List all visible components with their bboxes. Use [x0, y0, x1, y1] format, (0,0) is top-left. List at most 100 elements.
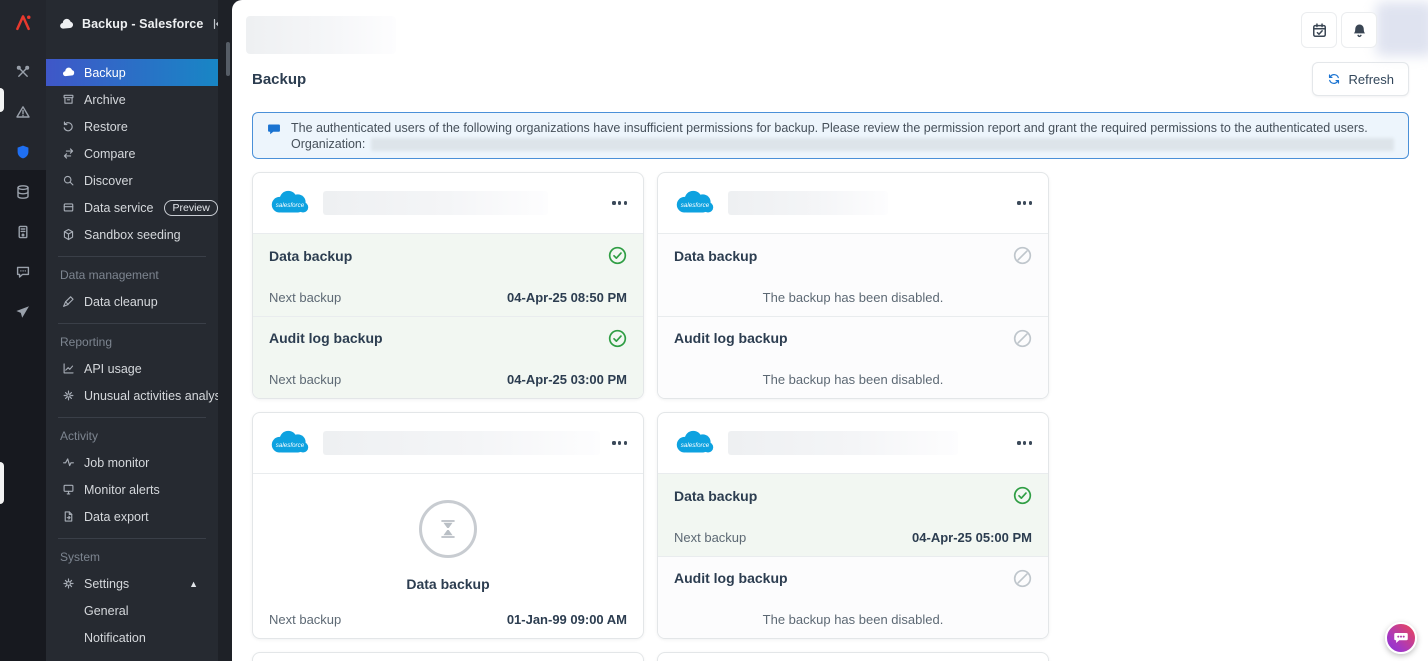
- permission-warning-banner: The authenticated users of the following…: [252, 112, 1409, 159]
- section-title: Data backup: [674, 248, 757, 264]
- sidebar-item-unusual-activities-analysis[interactable]: Unusual activities analysis: [58, 382, 206, 409]
- rail-item-tools[interactable]: [0, 52, 46, 92]
- alert-triangle-icon: [15, 104, 31, 120]
- chat-widget-button[interactable]: [1385, 622, 1417, 654]
- notifications-bell-button[interactable]: [1341, 12, 1377, 48]
- edge-handle-bottom[interactable]: [0, 462, 4, 504]
- backup-section: Data backup Next backup04-Apr-25 05:00 PM: [658, 473, 1048, 556]
- edge-handle-top[interactable]: [0, 88, 4, 112]
- sidebar-subitem-notification[interactable]: Notification: [58, 624, 206, 651]
- next-backup-row: Next backup04-Apr-25 08:50 PM: [269, 290, 627, 305]
- section-title: Audit log backup: [269, 330, 383, 346]
- menu-section-label: Reporting: [58, 329, 206, 355]
- redacted-org-name: [323, 191, 548, 215]
- sidebar-item-sandbox-seeding[interactable]: Sandbox seeding: [46, 221, 218, 248]
- preview-badge: Preview: [164, 200, 217, 216]
- enabled-check-icon: [608, 246, 627, 265]
- svg-text:salesforce: salesforce: [276, 202, 305, 209]
- menu-section-label: System: [58, 544, 206, 570]
- avepoint-logo[interactable]: [0, 12, 46, 32]
- sidebar-item-data-service[interactable]: Data servicePreview: [46, 194, 218, 221]
- sidebar-item-archive[interactable]: Archive: [46, 86, 218, 113]
- card-more-menu-button[interactable]: [1017, 437, 1032, 448]
- tools-icon: [15, 64, 31, 80]
- icon-rail: [0, 0, 46, 661]
- sidebar-item-discover[interactable]: Discover: [46, 167, 218, 194]
- sidebar-item-label: Backup: [84, 66, 126, 80]
- redacted-user-avatar[interactable]: [1376, 2, 1428, 56]
- menu-group: Reporting API usage Unusual activities ana…: [58, 323, 206, 409]
- rail-item-alert-triangle[interactable]: [0, 92, 46, 132]
- compare-icon: [62, 147, 75, 160]
- sidebar-item-label: Restore: [84, 120, 128, 134]
- redacted-org-name: [323, 431, 600, 455]
- sidebar-item-backup[interactable]: Backup: [46, 59, 218, 86]
- refresh-button[interactable]: Refresh: [1312, 62, 1409, 96]
- svg-text:salesforce: salesforce: [681, 442, 710, 449]
- chart-icon: [62, 362, 75, 375]
- calendar-check-button[interactable]: [1301, 12, 1337, 48]
- rail-item-plane[interactable]: [0, 292, 46, 332]
- backup-card: salesforce Data backupNext backup04-Apr-…: [252, 172, 644, 399]
- banner-message: The authenticated users of the following…: [291, 120, 1394, 136]
- card-more-menu-button[interactable]: [1017, 197, 1032, 208]
- sidebar-item-label: Data cleanup: [84, 295, 158, 309]
- rail-item-database[interactable]: [0, 172, 46, 212]
- card-header: salesforce: [658, 653, 1048, 661]
- menu-group: Backup Archive Restore Compare DiscoverData …: [46, 55, 218, 248]
- sidebar-subitem-general[interactable]: General: [58, 597, 206, 624]
- section-header: Data backup: [674, 486, 1032, 505]
- menu-group: Data managementData cleanup: [58, 256, 206, 315]
- next-backup-time: 04-Apr-25 03:00 PM: [507, 372, 627, 387]
- backup-card: salesforce: [252, 652, 644, 661]
- gear-icon: [62, 577, 75, 590]
- sidebar-item-label: API usage: [84, 362, 142, 376]
- sidebar-item-monitor-alerts[interactable]: Monitor alerts: [58, 476, 206, 503]
- server-icon: [15, 224, 31, 240]
- sidebar-item-label: Compare: [84, 147, 135, 161]
- chevron-up-icon: ▲: [189, 579, 198, 589]
- card-header: salesforce: [253, 653, 643, 661]
- card-header: salesforce: [658, 413, 1048, 473]
- section-header: Audit log backup: [674, 569, 1032, 588]
- monitor-icon: [62, 483, 75, 496]
- section-title: Data backup: [269, 576, 627, 592]
- sidebar-item-data-cleanup[interactable]: Data cleanup: [58, 288, 206, 315]
- menu-section-label: Activity: [58, 423, 206, 449]
- sidebar-item-restore[interactable]: Restore: [46, 113, 218, 140]
- collapse-sidebar-icon[interactable]: [211, 17, 218, 31]
- sidebar-item-label: Settings: [84, 577, 129, 591]
- svg-text:salesforce: salesforce: [681, 202, 710, 209]
- section-title: Audit log backup: [674, 330, 788, 346]
- redacted-breadcrumb: [246, 16, 396, 54]
- salesforce-logo: salesforce: [674, 190, 716, 216]
- card-more-menu-button[interactable]: [612, 437, 627, 448]
- sidebar-item-data-export[interactable]: Data export: [58, 503, 206, 530]
- backup-card: salesforce Data backup Next backup04-Apr-…: [657, 412, 1049, 639]
- disabled-icon: [1013, 569, 1032, 588]
- sidebar-header: Backup - Salesforce: [46, 0, 218, 48]
- card-header: salesforce: [253, 173, 643, 233]
- next-backup-time: 04-Apr-25 05:00 PM: [912, 530, 1032, 545]
- redacted-org-name: [728, 431, 958, 455]
- salesforce-logo: salesforce: [674, 430, 716, 456]
- rail-item-chat[interactable]: [0, 252, 46, 292]
- rail-item-shield[interactable]: [0, 132, 46, 172]
- next-backup-row: Next backup04-Apr-25 05:00 PM: [674, 530, 1032, 545]
- backup-section: Audit log backupNext backup04-Apr-25 03:…: [253, 316, 643, 399]
- sidebar-item-label: Data export: [84, 510, 149, 524]
- redacted-organization-name: [371, 138, 1394, 151]
- shield-icon: [15, 144, 31, 160]
- menu-sub-list: General Notification: [58, 597, 206, 651]
- rail-item-server[interactable]: [0, 212, 46, 252]
- sidebar-item-api-usage[interactable]: API usage: [58, 355, 206, 382]
- sidebar-scrollbar[interactable]: [226, 42, 230, 76]
- backup-section: Audit log backupThe backup has been disa…: [658, 556, 1048, 639]
- sidebar-item-job-monitor[interactable]: Job monitor: [58, 449, 206, 476]
- enabled-check-icon: [608, 329, 627, 348]
- card-more-menu-button[interactable]: [612, 197, 627, 208]
- sidebar-item-settings[interactable]: Settings ▲: [58, 570, 206, 597]
- sidebar-item-compare[interactable]: Compare: [46, 140, 218, 167]
- sidebar-subitem-label: Notification: [84, 631, 146, 645]
- section-title: Data backup: [674, 488, 757, 504]
